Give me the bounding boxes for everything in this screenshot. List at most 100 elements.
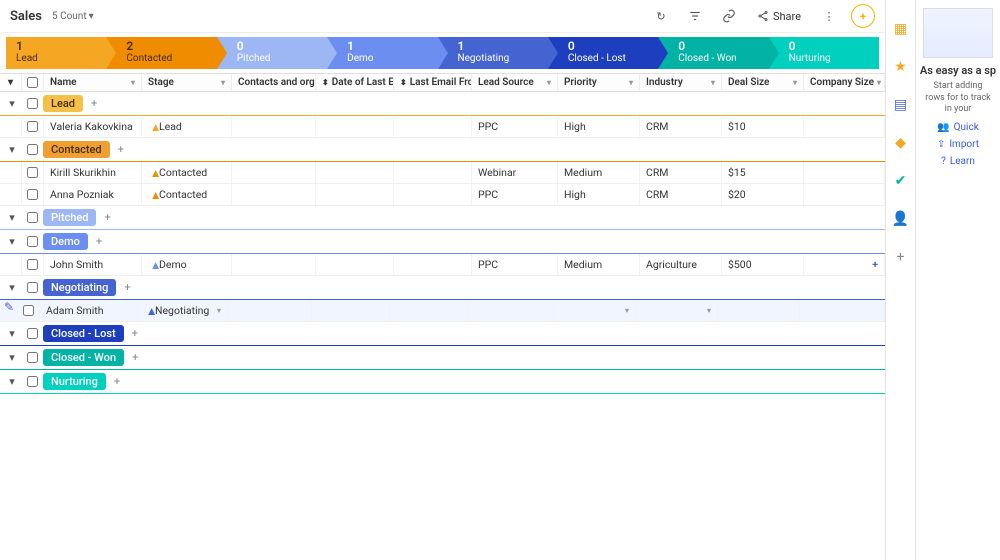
select-all-checkbox[interactable] xyxy=(22,74,44,91)
cell-company[interactable] xyxy=(800,300,885,321)
funnel-step-nurturing[interactable]: 0Nurturing xyxy=(769,37,879,69)
row-trailing-plus[interactable]: + xyxy=(872,258,878,271)
add-row-in-group[interactable]: + xyxy=(132,327,138,340)
cell-deal[interactable]: $15 xyxy=(722,162,804,183)
rail-add-icon[interactable]: + xyxy=(892,248,910,266)
cell-priority[interactable]: Medium xyxy=(558,254,640,275)
group-checkbox[interactable] xyxy=(27,328,38,339)
funnel-step-negotiating[interactable]: 1Negotiating xyxy=(438,37,548,69)
col-company[interactable]: Company Size▾ xyxy=(804,74,885,91)
cell-priority[interactable]: Medium xyxy=(558,162,640,183)
add-row-in-group[interactable]: + xyxy=(132,351,138,364)
collapse-toggle[interactable]: ▾ xyxy=(2,211,22,224)
more-menu-button[interactable]: ⋮ xyxy=(817,4,841,28)
cell-stage[interactable]: Contacted xyxy=(142,184,232,205)
cell-contacts[interactable] xyxy=(232,162,316,183)
cell-company[interactable]: + xyxy=(804,254,885,275)
group-tag[interactable]: Demo xyxy=(43,233,88,250)
rail-icon-3[interactable]: ▤ xyxy=(892,96,910,114)
group-tag[interactable]: Closed - Won xyxy=(43,349,124,366)
cell-source[interactable]: PPC xyxy=(472,116,558,137)
cell-date[interactable] xyxy=(316,184,394,205)
cell-contacts[interactable] xyxy=(232,184,316,205)
rail-icon-2[interactable]: ★ xyxy=(892,58,910,76)
cell-stage[interactable]: Lead xyxy=(142,116,232,137)
group-checkbox[interactable] xyxy=(27,98,38,109)
cell-company[interactable] xyxy=(804,162,885,183)
group-tag[interactable]: Negotiating xyxy=(43,279,116,296)
group-checkbox[interactable] xyxy=(27,144,38,155)
add-row-in-group[interactable]: + xyxy=(91,97,97,110)
collapse-toggle[interactable]: ▾ xyxy=(2,281,22,294)
cell-industry[interactable]: ▾ xyxy=(636,300,718,321)
group-checkbox[interactable] xyxy=(27,282,38,293)
cell-industry[interactable]: CRM xyxy=(640,162,722,183)
col-stage[interactable]: Stage▾ xyxy=(142,74,232,91)
rail-icon-4[interactable]: ◆ xyxy=(892,134,910,152)
edit-row-icon[interactable]: ✎ xyxy=(0,300,18,321)
cell-company[interactable] xyxy=(804,184,885,205)
cell-name[interactable]: Kirill Skurikhin xyxy=(44,162,142,183)
cell-from[interactable] xyxy=(394,162,472,183)
cell-source[interactable]: PPC xyxy=(472,184,558,205)
collapse-toggle[interactable]: ▾ xyxy=(2,97,22,110)
cell-name[interactable]: Adam Smith xyxy=(40,300,138,321)
cell-source[interactable] xyxy=(468,300,554,321)
funnel-step-demo[interactable]: 1Demo xyxy=(327,37,437,69)
cell-industry[interactable]: CRM xyxy=(640,116,722,137)
side-action-import[interactable]: ⇪Import xyxy=(937,139,979,150)
table-row[interactable]: Kirill Skurikhin ContactedWebinarMediumC… xyxy=(0,162,885,184)
cell-stage[interactable]: Negotiating▾ xyxy=(138,300,228,321)
collapse-toggle[interactable]: ▾ xyxy=(2,143,22,156)
row-checkbox[interactable] xyxy=(22,254,44,275)
cell-date[interactable] xyxy=(316,254,394,275)
collapse-toggle[interactable]: ▾ xyxy=(2,327,22,340)
cell-priority[interactable]: High xyxy=(558,116,640,137)
table-row[interactable]: John Smith DemoPPCMediumAgriculture$500+ xyxy=(0,254,885,276)
add-record-button[interactable]: + xyxy=(851,4,875,28)
cell-stage[interactable]: Demo xyxy=(142,254,232,275)
cell-deal[interactable] xyxy=(718,300,800,321)
cell-deal[interactable]: $500 xyxy=(722,254,804,275)
table-row[interactable]: Valeria Kakovkina LeadPPCHighCRM$10 xyxy=(0,116,885,138)
cell-date[interactable] xyxy=(316,162,394,183)
cell-name[interactable]: Anna Pozniak xyxy=(44,184,142,205)
cell-from[interactable] xyxy=(394,184,472,205)
cell-source[interactable]: PPC xyxy=(472,254,558,275)
col-contacts[interactable]: Contacts and organizations▾ xyxy=(232,74,316,91)
col-source[interactable]: Lead Source▾ xyxy=(472,74,558,91)
cell-from[interactable] xyxy=(394,116,472,137)
collapse-toggle[interactable]: ▾ xyxy=(2,375,22,388)
cell-name[interactable]: Valeria Kakovkina xyxy=(44,116,142,137)
group-tag[interactable]: Lead xyxy=(43,95,83,112)
add-row-in-group[interactable]: + xyxy=(104,211,110,224)
cell-priority[interactable]: ▾ xyxy=(554,300,636,321)
collapse-toggle[interactable]: ▾ xyxy=(2,351,22,364)
rail-icon-6[interactable]: 👤 xyxy=(892,210,910,228)
cell-date[interactable] xyxy=(316,116,394,137)
col-name[interactable]: Name▾ xyxy=(44,74,142,91)
group-checkbox[interactable] xyxy=(27,236,38,247)
group-checkbox[interactable] xyxy=(27,212,38,223)
row-checkbox[interactable] xyxy=(22,116,44,137)
expand-col-header[interactable]: ▾ xyxy=(0,74,22,91)
funnel-step-contacted[interactable]: 2Contacted xyxy=(106,37,216,69)
refresh-button[interactable]: ↻ xyxy=(649,4,673,28)
table-row[interactable]: Anna Pozniak ContactedPPCHighCRM$20 xyxy=(0,184,885,206)
col-industry[interactable]: Industry▾ xyxy=(640,74,722,91)
cell-from[interactable] xyxy=(390,300,468,321)
record-count-dropdown[interactable]: 5 Count ▾ xyxy=(52,11,94,22)
row-checkbox[interactable] xyxy=(22,184,44,205)
col-priority[interactable]: Priority▾ xyxy=(558,74,640,91)
add-row-in-group[interactable]: + xyxy=(96,235,102,248)
row-checkbox[interactable] xyxy=(18,300,40,321)
group-checkbox[interactable] xyxy=(27,352,38,363)
cell-company[interactable] xyxy=(804,116,885,137)
funnel-step-pitched[interactable]: 0Pitched xyxy=(217,37,327,69)
table-row[interactable]: ✎ Adam Smith Negotiating▾ ▾▾ xyxy=(0,300,885,322)
add-row-in-group[interactable]: + xyxy=(118,143,124,156)
collapse-toggle[interactable]: ▾ xyxy=(2,235,22,248)
side-action-learn[interactable]: ?Learn xyxy=(941,156,975,167)
filter-button[interactable] xyxy=(683,4,707,28)
cell-contacts[interactable] xyxy=(232,254,316,275)
